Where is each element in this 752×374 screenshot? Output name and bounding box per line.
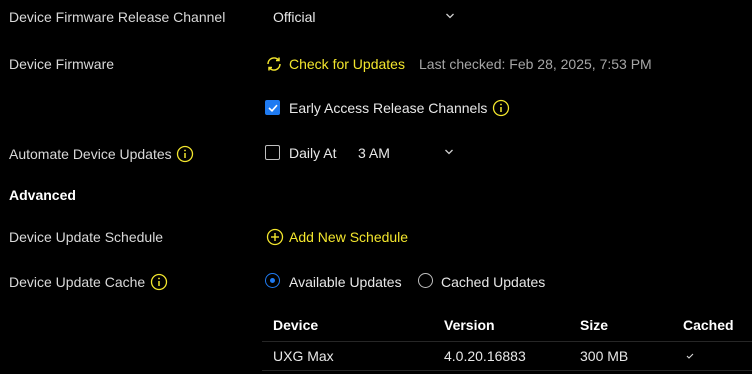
daily-at-label: Daily At: [289, 145, 337, 161]
firmware-channel-value: Official: [273, 9, 316, 25]
info-icon[interactable]: [492, 99, 510, 117]
advanced-heading: Advanced: [9, 187, 76, 203]
plus-circle-icon: [266, 228, 284, 246]
last-checked-text: Last checked: Feb 28, 2025, 7:53 PM: [419, 56, 652, 72]
table-header-device: Device: [273, 317, 319, 333]
daily-at-checkbox[interactable]: [265, 145, 280, 160]
cached-updates-radio[interactable]: [418, 273, 433, 288]
info-icon[interactable]: [176, 145, 194, 163]
chevron-down-icon: [446, 13, 454, 19]
table-header-size: Size: [580, 317, 609, 333]
automate-updates-label: Automate Device Updates: [9, 146, 172, 162]
firmware-channel-label: Device Firmware Release Channel: [9, 9, 226, 25]
cell-version: 4.0.20.16883: [444, 348, 526, 364]
available-updates-radio[interactable]: [265, 273, 280, 288]
refresh-icon: [267, 57, 281, 71]
time-value: 3 AM: [358, 145, 390, 161]
cell-size: 300 MB: [580, 348, 629, 364]
device-firmware-label: Device Firmware: [9, 56, 115, 72]
cached-updates-label: Cached Updates: [441, 274, 546, 290]
cell-device: UXG Max: [273, 348, 334, 364]
add-new-schedule-label: Add New Schedule: [289, 229, 409, 245]
info-icon[interactable]: [150, 273, 168, 291]
chevron-down-icon: [445, 149, 453, 155]
checkbox-box: [265, 100, 280, 115]
time-select[interactable]: 3 AM: [347, 138, 462, 166]
check-for-updates-label: Check for Updates: [289, 56, 405, 72]
table-header-cached: Cached: [683, 317, 734, 333]
table-divider: [262, 341, 752, 342]
early-access-label: Early Access Release Channels: [289, 100, 488, 116]
firmware-channel-select[interactable]: Official: [262, 2, 468, 30]
update-schedule-label: Device Update Schedule: [9, 229, 164, 245]
table-header-version: Version: [444, 317, 495, 333]
update-cache-label: Device Update Cache: [9, 274, 146, 290]
available-updates-label: Available Updates: [289, 274, 402, 290]
check-icon: [686, 353, 694, 359]
check-icon: [268, 104, 278, 112]
table-divider: [262, 370, 752, 371]
early-access-checkbox[interactable]: [265, 100, 281, 116]
